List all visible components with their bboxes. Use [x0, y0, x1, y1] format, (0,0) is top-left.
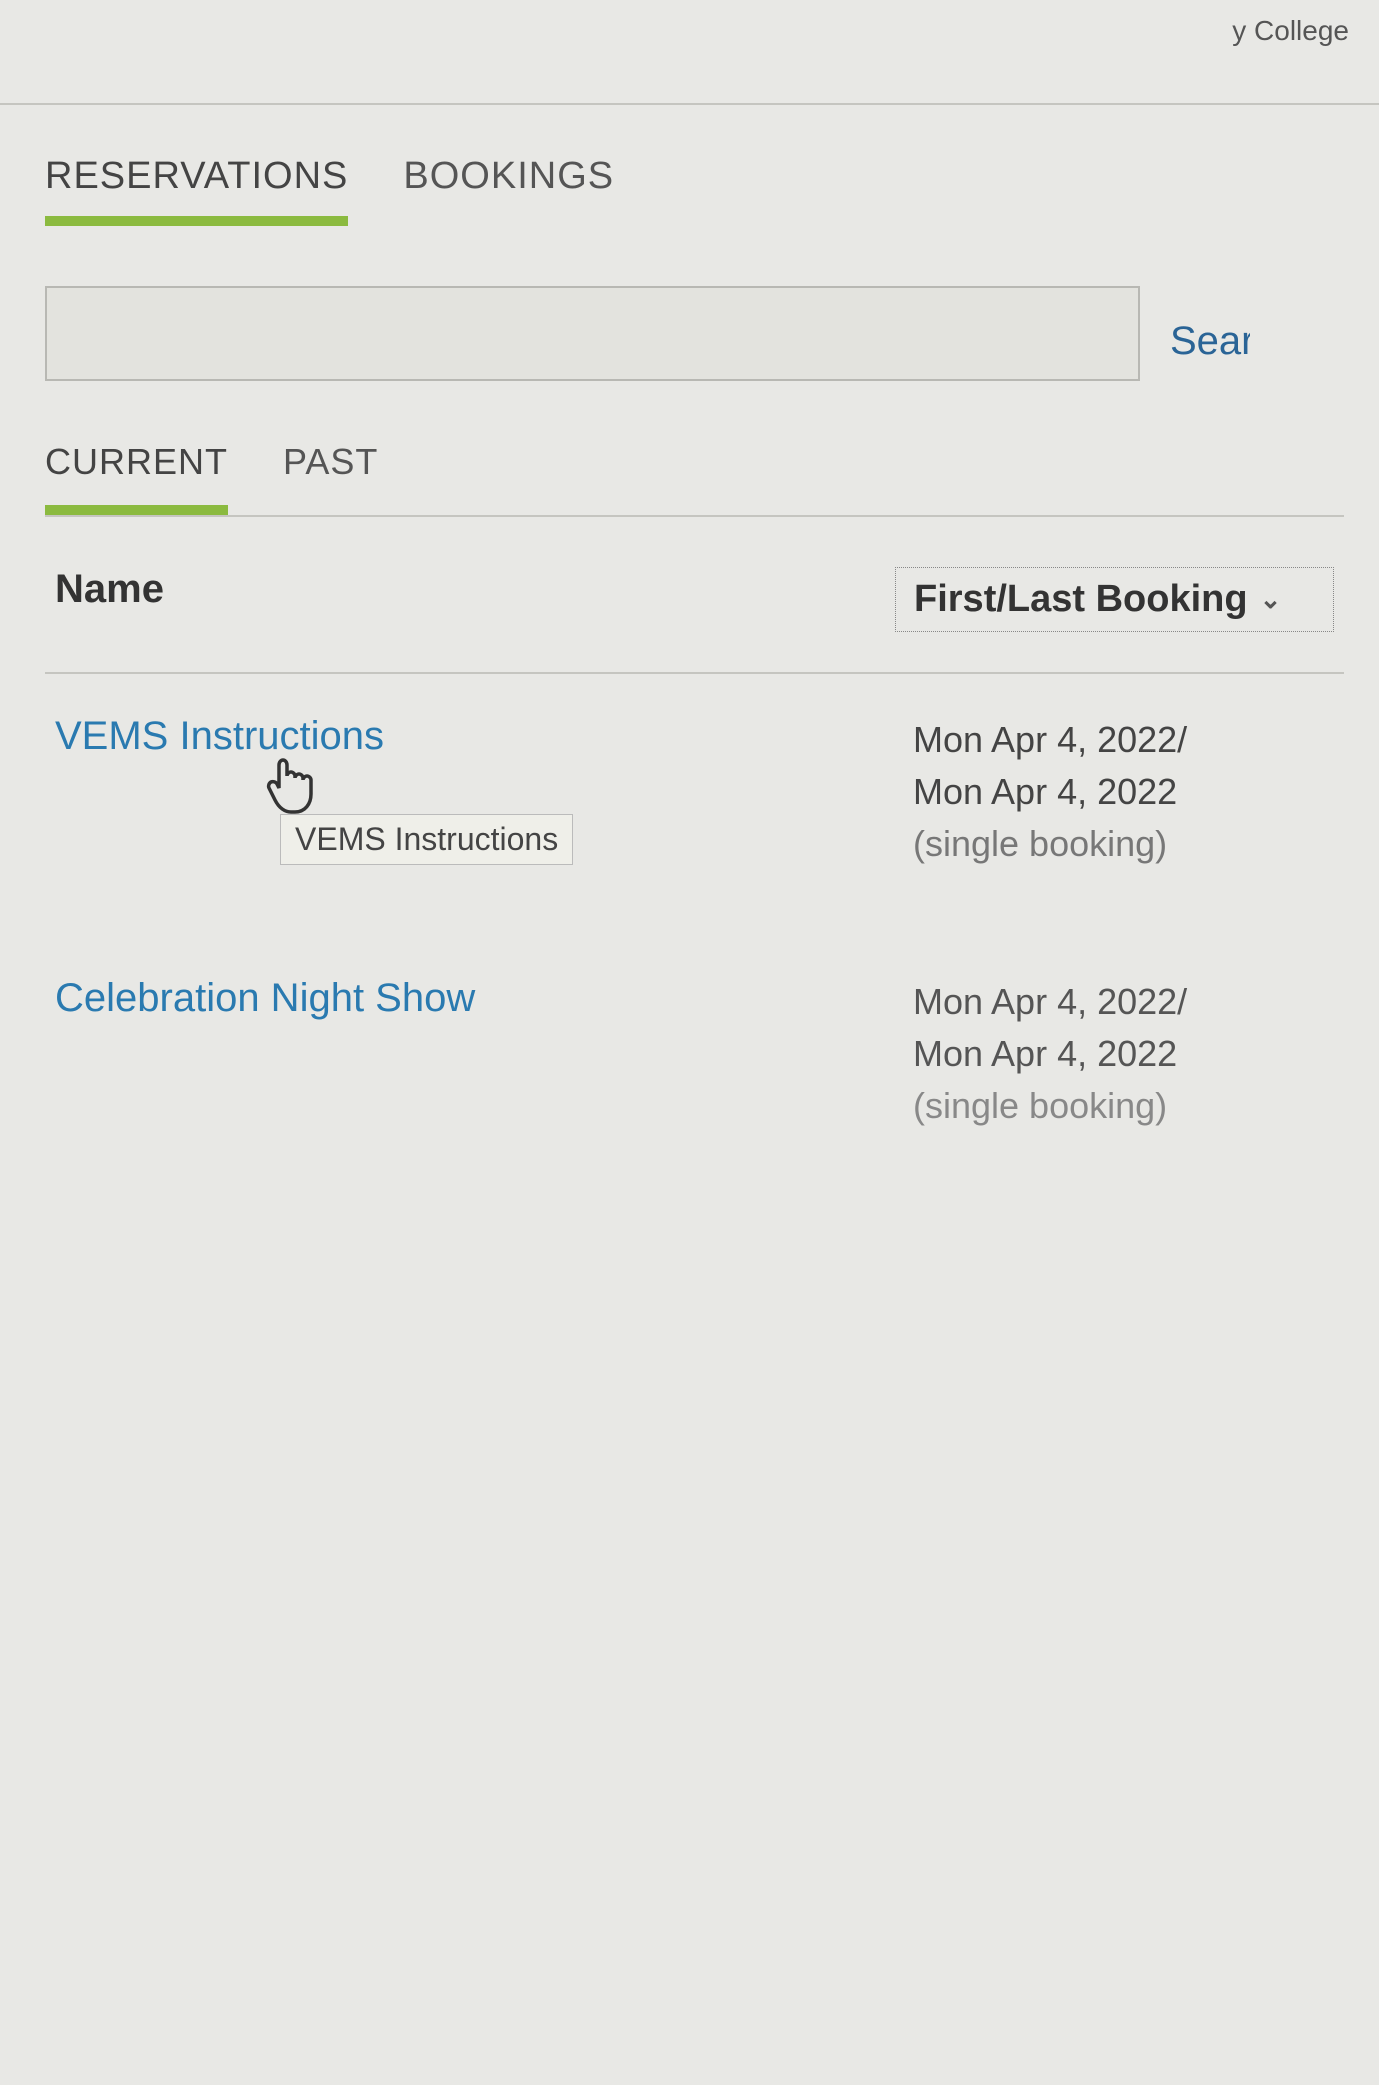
column-header-name[interactable]: Name: [55, 567, 895, 632]
search-button[interactable]: Search: [1170, 304, 1250, 364]
table-row: Celebration Night Show Mon Apr 4, 2022/ …: [45, 906, 1344, 1168]
table-header-row: Name First/Last Booking ⌄: [45, 517, 1344, 674]
row-dates-cell: Mon Apr 4, 2022/ Mon Apr 4, 2022 (single…: [895, 976, 1334, 1133]
reservation-link-vems-instructions[interactable]: VEMS Instructions: [55, 714, 384, 758]
tab-reservations[interactable]: RESERVATIONS: [45, 155, 348, 226]
sub-tabs-row: CURRENT PAST: [45, 441, 1344, 517]
row-dates-cell: Mon Apr 4, 2022/ Mon Apr 4, 2022 (single…: [895, 714, 1334, 871]
tab-current[interactable]: CURRENT: [45, 441, 228, 515]
search-row: Search: [45, 286, 1344, 381]
column-header-booking-dropdown[interactable]: First/Last Booking ⌄: [895, 567, 1334, 632]
top-tabs-row: RESERVATIONS BOOKINGS: [45, 155, 1344, 226]
chevron-down-icon: ⌄: [1260, 584, 1282, 615]
row-name-cell: Celebration Night Show: [55, 976, 895, 1133]
booking-date-first: Mon Apr 4, 2022/: [913, 976, 1334, 1028]
main-content: RESERVATIONS BOOKINGS Search CURRENT PAS…: [0, 105, 1379, 1167]
header-partial-text: y College: [1232, 15, 1349, 46]
row-name-cell: VEMS Instructions VEMS Instructions: [55, 714, 895, 871]
reservation-link-celebration-night-show[interactable]: Celebration Night Show: [55, 976, 475, 1020]
tab-bookings[interactable]: BOOKINGS: [403, 155, 614, 226]
booking-note: (single booking): [913, 1080, 1334, 1132]
booking-note: (single booking): [913, 818, 1334, 870]
booking-date-last: Mon Apr 4, 2022: [913, 766, 1334, 818]
booking-date-last: Mon Apr 4, 2022: [913, 1028, 1334, 1080]
tab-past[interactable]: PAST: [283, 441, 378, 515]
tooltip-vems-instructions: VEMS Instructions: [280, 814, 573, 865]
top-header: y College: [0, 0, 1379, 105]
search-input[interactable]: [45, 286, 1140, 381]
table-row: VEMS Instructions VEMS Instructions Mon …: [45, 674, 1344, 906]
column-header-booking-label: First/Last Booking: [914, 578, 1248, 621]
booking-date-first: Mon Apr 4, 2022/: [913, 714, 1334, 766]
